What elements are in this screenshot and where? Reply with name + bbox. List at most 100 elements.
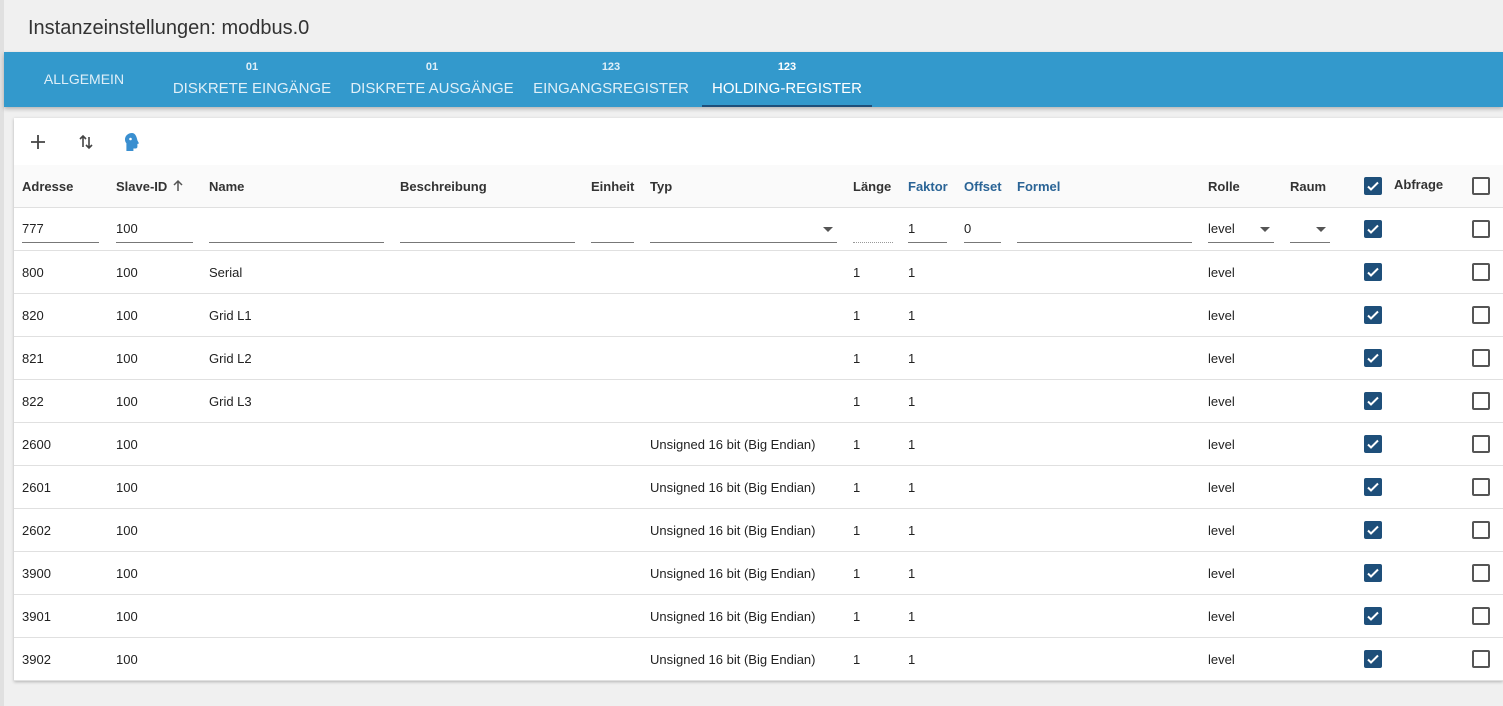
abfrage-checkbox[interactable] (1364, 607, 1382, 625)
tab-eingangsregister[interactable]: 123 EINGANGSREGISTER (529, 52, 693, 107)
cell-typ: Unsigned 16 bit (Big Endian) (650, 652, 816, 667)
check-icon (1367, 482, 1379, 492)
cell-faktor: 1 (908, 265, 916, 280)
table-row[interactable]: 2601 100 Unsigned 16 bit (Big Endian) 1 1 lev… (14, 466, 1503, 509)
tab-label: HOLDING-REGISTER (711, 80, 862, 97)
raum-select[interactable] (1290, 218, 1330, 243)
table-row[interactable]: 821 100 Grid L2 1 1 level (14, 337, 1503, 380)
cell-rolle: level (1208, 566, 1235, 581)
typ-select[interactable] (650, 218, 837, 243)
slave-id-input[interactable]: 100 (116, 218, 193, 243)
cell-faktor: 1 (908, 308, 916, 323)
cell-faktor: 1 (908, 480, 916, 495)
cell-name: Grid L2 (209, 351, 252, 366)
beschreibung-input[interactable] (400, 218, 575, 243)
cell-slave-id: 100 (116, 480, 138, 495)
adresse-input[interactable]: 777 (22, 218, 99, 243)
tab-diskrete-eingaenge[interactable]: 01 DISKRETE EINGÄNGE (170, 52, 334, 107)
select-all-write-checkbox[interactable] (1472, 177, 1490, 195)
write-checkbox[interactable] (1472, 564, 1490, 582)
header-abfrage[interactable]: Abfrage (1394, 163, 1443, 206)
einheit-input[interactable] (591, 218, 634, 243)
header-name[interactable]: Name (209, 165, 244, 208)
write-checkbox[interactable] (1472, 392, 1490, 410)
cell-slave-id: 100 (116, 652, 138, 667)
cell-laenge: 1 (853, 437, 861, 452)
name-input[interactable] (209, 218, 384, 243)
write-checkbox[interactable] (1472, 306, 1490, 324)
cell-rolle: level (1208, 652, 1235, 667)
write-checkbox[interactable] (1472, 349, 1490, 367)
header-beschreibung[interactable]: Beschreibung (400, 165, 487, 208)
abfrage-checkbox[interactable] (1364, 564, 1382, 582)
header-slave-id[interactable]: Slave-ID (116, 165, 185, 208)
table-row[interactable]: 3902 100 Unsigned 16 bit (Big Endian) 1 1 lev… (14, 638, 1503, 681)
add-row-button[interactable] (22, 126, 54, 158)
header-offset[interactable]: Offset (964, 165, 1002, 208)
header-faktor[interactable]: Faktor (908, 165, 948, 208)
cell-laenge: 1 (853, 652, 861, 667)
check-icon (1367, 568, 1379, 578)
abfrage-checkbox[interactable] (1364, 306, 1382, 324)
table-row[interactable]: 800 100 Serial 1 1 level (14, 251, 1503, 294)
abfrage-checkbox[interactable] (1364, 478, 1382, 496)
cell-laenge: 1 (853, 566, 861, 581)
cell-rolle: level (1208, 351, 1235, 366)
header-laenge[interactable]: Länge (853, 165, 891, 208)
import-button[interactable] (116, 126, 148, 158)
offset-input[interactable]: 0 (964, 218, 1001, 243)
rolle-select[interactable]: level (1208, 218, 1274, 243)
write-checkbox[interactable] (1472, 435, 1490, 453)
sort-button[interactable] (70, 126, 102, 158)
cell-faktor: 1 (908, 609, 916, 624)
cell-adresse: 800 (22, 265, 44, 280)
write-checkbox[interactable] (1472, 650, 1490, 668)
write-checkbox[interactable] (1472, 521, 1490, 539)
abfrage-checkbox[interactable] (1364, 263, 1382, 281)
header-rolle[interactable]: Rolle (1208, 165, 1240, 208)
formel-input[interactable] (1017, 218, 1192, 243)
table-row[interactable]: 3900 100 Unsigned 16 bit (Big Endian) 1 1 lev… (14, 552, 1503, 595)
select-all-abfrage-checkbox[interactable] (1364, 177, 1382, 195)
abfrage-checkbox[interactable] (1364, 435, 1382, 453)
tab-holding-register[interactable]: 123 HOLDING-REGISTER (702, 52, 872, 107)
new-row: 777 100 1 0 level (14, 208, 1503, 251)
cell-laenge: 1 (853, 523, 861, 538)
cell-slave-id: 100 (116, 265, 138, 280)
write-checkbox[interactable] (1472, 220, 1490, 238)
header-adresse[interactable]: Adresse (22, 165, 73, 208)
abfrage-checkbox[interactable] (1364, 349, 1382, 367)
write-checkbox[interactable] (1472, 263, 1490, 281)
cell-slave-id: 100 (116, 394, 138, 409)
laenge-input[interactable] (853, 218, 893, 243)
tab-badge: 01 (245, 61, 259, 73)
write-checkbox[interactable] (1472, 607, 1490, 625)
header-typ[interactable]: Typ (650, 165, 672, 208)
cell-faktor: 1 (908, 652, 916, 667)
cell-faktor: 1 (908, 437, 916, 452)
rolle-select-value: level (1208, 221, 1235, 236)
header-raum[interactable]: Raum (1290, 165, 1326, 208)
faktor-input[interactable]: 1 (908, 218, 947, 243)
table-row[interactable]: 822 100 Grid L3 1 1 level (14, 380, 1503, 423)
cell-slave-id: 100 (116, 566, 138, 581)
table-row[interactable]: 3901 100 Unsigned 16 bit (Big Endian) 1 1 lev… (14, 595, 1503, 638)
table-row[interactable]: 820 100 Grid L1 1 1 level (14, 294, 1503, 337)
tab-allgemein[interactable]: ALLGEMEIN (24, 52, 144, 107)
header-formel[interactable]: Formel (1017, 165, 1060, 208)
abfrage-checkbox[interactable] (1364, 220, 1382, 238)
cell-faktor: 1 (908, 523, 916, 538)
abfrage-checkbox[interactable] (1364, 650, 1382, 668)
abfrage-checkbox[interactable] (1364, 521, 1382, 539)
cell-rolle: level (1208, 523, 1235, 538)
table-row[interactable]: 2602 100 Unsigned 16 bit (Big Endian) 1 1 lev… (14, 509, 1503, 552)
table-row[interactable]: 2600 100 Unsigned 16 bit (Big Endian) 1 1 lev… (14, 423, 1503, 466)
tab-diskrete-ausgaenge[interactable]: 01 DISKRETE AUSGÄNGE (349, 52, 515, 107)
abfrage-checkbox[interactable] (1364, 392, 1382, 410)
header-einheit[interactable]: Einheit (591, 165, 634, 208)
write-checkbox[interactable] (1472, 478, 1490, 496)
cell-adresse: 3902 (22, 652, 51, 667)
cell-typ: Unsigned 16 bit (Big Endian) (650, 480, 816, 495)
cell-rolle: level (1208, 265, 1235, 280)
cell-slave-id: 100 (116, 437, 138, 452)
